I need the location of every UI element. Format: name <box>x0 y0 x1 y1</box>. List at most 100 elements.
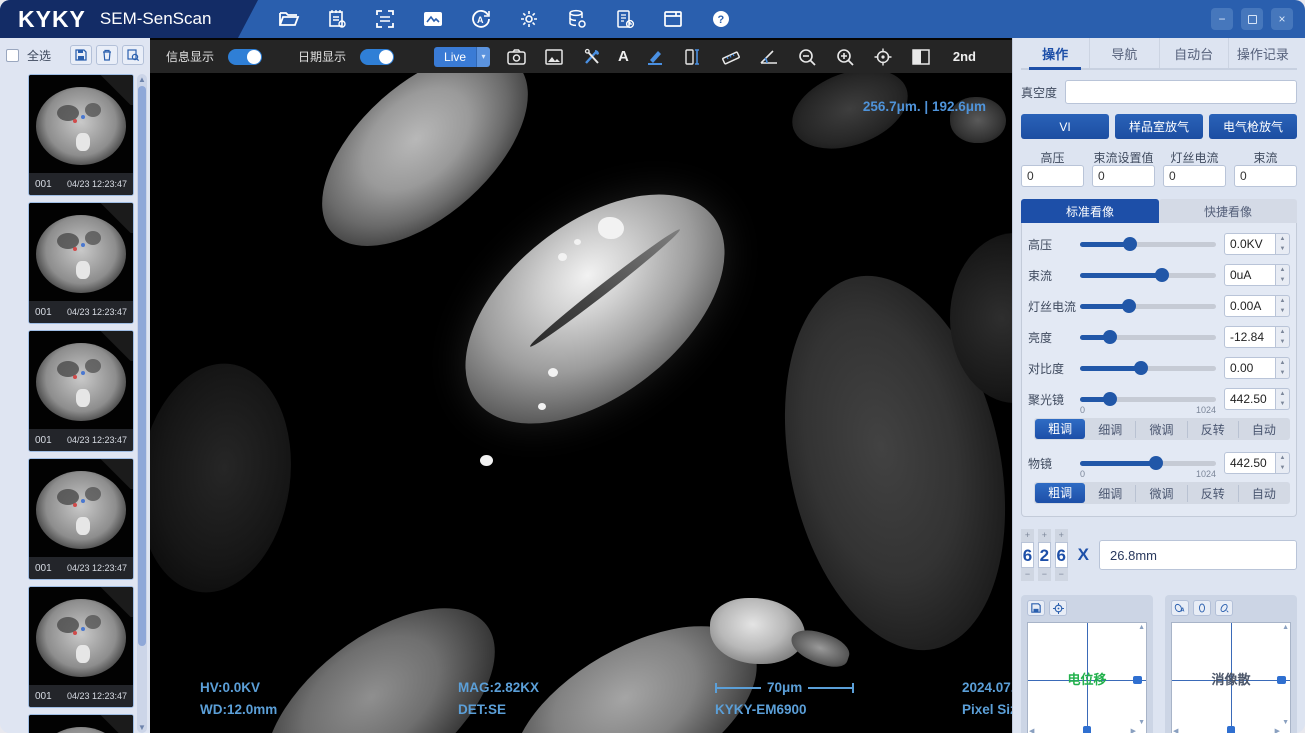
minimize-button[interactable]: − <box>1211 8 1233 30</box>
thumbnail-item[interactable]: 00104/23 12:23:47 <box>28 586 134 708</box>
scrollbar-handle[interactable] <box>138 86 146 646</box>
stigmator-x-icon[interactable] <box>1193 600 1211 616</box>
save-icon[interactable] <box>70 45 92 65</box>
live-button[interactable]: Live ▾ <box>434 47 490 67</box>
thumbnail-item[interactable]: 00104/23 12:23:47 <box>28 202 134 324</box>
spin-up-icon[interactable]: ▲ <box>1276 234 1289 244</box>
spin-up-icon[interactable]: ▲ <box>1276 389 1289 399</box>
digit-decrement-button[interactable]: − <box>1038 568 1051 581</box>
spin-down-icon[interactable]: ▼ <box>1276 337 1289 347</box>
delete-icon[interactable] <box>96 45 118 65</box>
spin-up-icon[interactable]: ▲ <box>1276 327 1289 337</box>
sidebar-scrollbar[interactable]: ▲ ▼ <box>137 74 147 733</box>
micro-button[interactable]: 微调 <box>1136 421 1187 438</box>
scroll-right-icon[interactable]: ▶ <box>1131 727 1136 733</box>
sem-image-stage[interactable]: 256.7μm. | 192.6μm HV:0.0KV WD:12.0mm MA… <box>150 73 1012 733</box>
angle-measure-icon[interactable] <box>757 45 781 69</box>
spin-up-icon[interactable]: ▲ <box>1276 453 1289 463</box>
stigmator-crosshair[interactable]: 消像散 ▲ ▼ ◀ ▶ <box>1171 622 1291 733</box>
date-display-toggle[interactable] <box>360 49 394 65</box>
auto-contrast-icon[interactable]: A <box>468 6 494 32</box>
text-annotation-tool[interactable]: A <box>618 48 629 65</box>
database-settings-icon[interactable] <box>564 6 590 32</box>
digit-increment-button[interactable]: + <box>1055 529 1068 542</box>
window-layout-icon[interactable] <box>660 6 686 32</box>
scroll-up-icon[interactable]: ▲ <box>137 75 147 84</box>
zoom-out-icon[interactable] <box>795 45 819 69</box>
beam-set-field-input[interactable] <box>1092 165 1155 187</box>
filament-slider[interactable] <box>1080 298 1216 314</box>
image-gallery-icon[interactable] <box>420 6 446 32</box>
filament-field-input[interactable] <box>1163 165 1226 187</box>
tab-operation-log[interactable]: 操作记录 <box>1229 38 1297 68</box>
coarse-button[interactable]: 粗调 <box>1035 483 1085 503</box>
second-detector-label[interactable]: 2nd <box>953 49 976 64</box>
digit-increment-button[interactable]: + <box>1021 529 1034 542</box>
scroll-left-icon[interactable]: ◀ <box>1173 727 1178 733</box>
thumbnail-item[interactable]: 00104/23 12:23:47 <box>28 330 134 452</box>
split-view-icon[interactable] <box>909 45 933 69</box>
working-distance-input[interactable] <box>1099 540 1297 570</box>
report-icon[interactable] <box>324 6 350 32</box>
condenser-slider[interactable]: 01024 <box>1080 391 1216 407</box>
beam-shift-crosshair[interactable]: 电位移 ▲ ▼ ◀ ▶ <box>1027 622 1147 733</box>
stigmator-y-handle[interactable] <box>1227 726 1235 733</box>
spin-down-icon[interactable]: ▼ <box>1276 368 1289 378</box>
spin-up-icon[interactable]: ▲ <box>1276 358 1289 368</box>
micro-button[interactable]: 微调 <box>1136 485 1187 502</box>
info-display-toggle[interactable] <box>228 49 262 65</box>
target-icon[interactable] <box>1049 600 1067 616</box>
hv-slider[interactable] <box>1080 236 1216 252</box>
center-target-icon[interactable] <box>871 45 895 69</box>
thumbnail-item[interactable]: 00104/23 12:23:47 <box>28 714 134 733</box>
save-icon[interactable] <box>1027 600 1045 616</box>
fine-button[interactable]: 细调 <box>1085 485 1136 502</box>
close-button[interactable]: × <box>1271 8 1293 30</box>
spin-down-icon[interactable]: ▼ <box>1276 275 1289 285</box>
tools-icon[interactable] <box>580 45 604 69</box>
spin-down-icon[interactable]: ▼ <box>1276 306 1289 316</box>
measure-width-icon[interactable] <box>681 45 705 69</box>
vacuum-input[interactable] <box>1065 80 1297 104</box>
open-file-icon[interactable] <box>276 6 302 32</box>
tab-navigation[interactable]: 导航 <box>1090 38 1159 68</box>
settings-gear-icon[interactable] <box>516 6 542 32</box>
help-icon[interactable]: ? <box>708 6 734 32</box>
beam-shift-x-handle[interactable] <box>1133 676 1142 684</box>
invert-button[interactable]: 反转 <box>1188 421 1239 438</box>
chevron-down-icon[interactable]: ▾ <box>476 47 490 67</box>
tab-standard-imaging[interactable]: 标准看像 <box>1021 199 1159 223</box>
tab-quick-imaging[interactable]: 快捷看像 <box>1159 199 1297 223</box>
pen-annotation-icon[interactable] <box>643 45 667 69</box>
scroll-down-icon[interactable]: ▼ <box>137 723 147 732</box>
scroll-right-icon[interactable]: ▶ <box>1275 727 1280 733</box>
vi-button[interactable]: VI <box>1021 114 1109 139</box>
gun-vent-button[interactable]: 电气枪放气 <box>1209 114 1297 139</box>
preview-search-icon[interactable] <box>122 45 144 65</box>
chamber-vent-button[interactable]: 样品室放气 <box>1115 114 1203 139</box>
zoom-in-icon[interactable] <box>833 45 857 69</box>
beam-field-input[interactable] <box>1234 165 1297 187</box>
invert-button[interactable]: 反转 <box>1188 485 1239 502</box>
spin-up-icon[interactable]: ▲ <box>1276 296 1289 306</box>
tab-auto-stage[interactable]: 自动台 <box>1160 38 1229 68</box>
digit-increment-button[interactable]: + <box>1038 529 1051 542</box>
scroll-down-icon[interactable]: ▼ <box>1138 719 1145 726</box>
brightness-slider[interactable] <box>1080 329 1216 345</box>
spin-up-icon[interactable]: ▲ <box>1276 265 1289 275</box>
scroll-down-icon[interactable]: ▼ <box>1282 719 1289 726</box>
save-region-icon[interactable] <box>542 45 566 69</box>
scroll-up-icon[interactable]: ▲ <box>1138 624 1145 631</box>
auto-button[interactable]: 自动 <box>1239 485 1289 502</box>
select-all-checkbox[interactable] <box>6 49 19 62</box>
beam-shift-y-handle[interactable] <box>1083 726 1091 733</box>
ruler-icon[interactable] <box>719 45 743 69</box>
server-log-icon[interactable] <box>612 6 638 32</box>
thumbnail-item[interactable]: 00104/23 12:23:47 <box>28 74 134 196</box>
contrast-slider[interactable] <box>1080 360 1216 376</box>
stigmator-x-handle[interactable] <box>1277 676 1286 684</box>
tab-operation[interactable]: 操作 <box>1021 38 1090 68</box>
thumbnail-item[interactable]: 00104/23 12:23:47 <box>28 458 134 580</box>
coarse-button[interactable]: 粗调 <box>1035 419 1085 439</box>
scroll-up-icon[interactable]: ▲ <box>1282 624 1289 631</box>
